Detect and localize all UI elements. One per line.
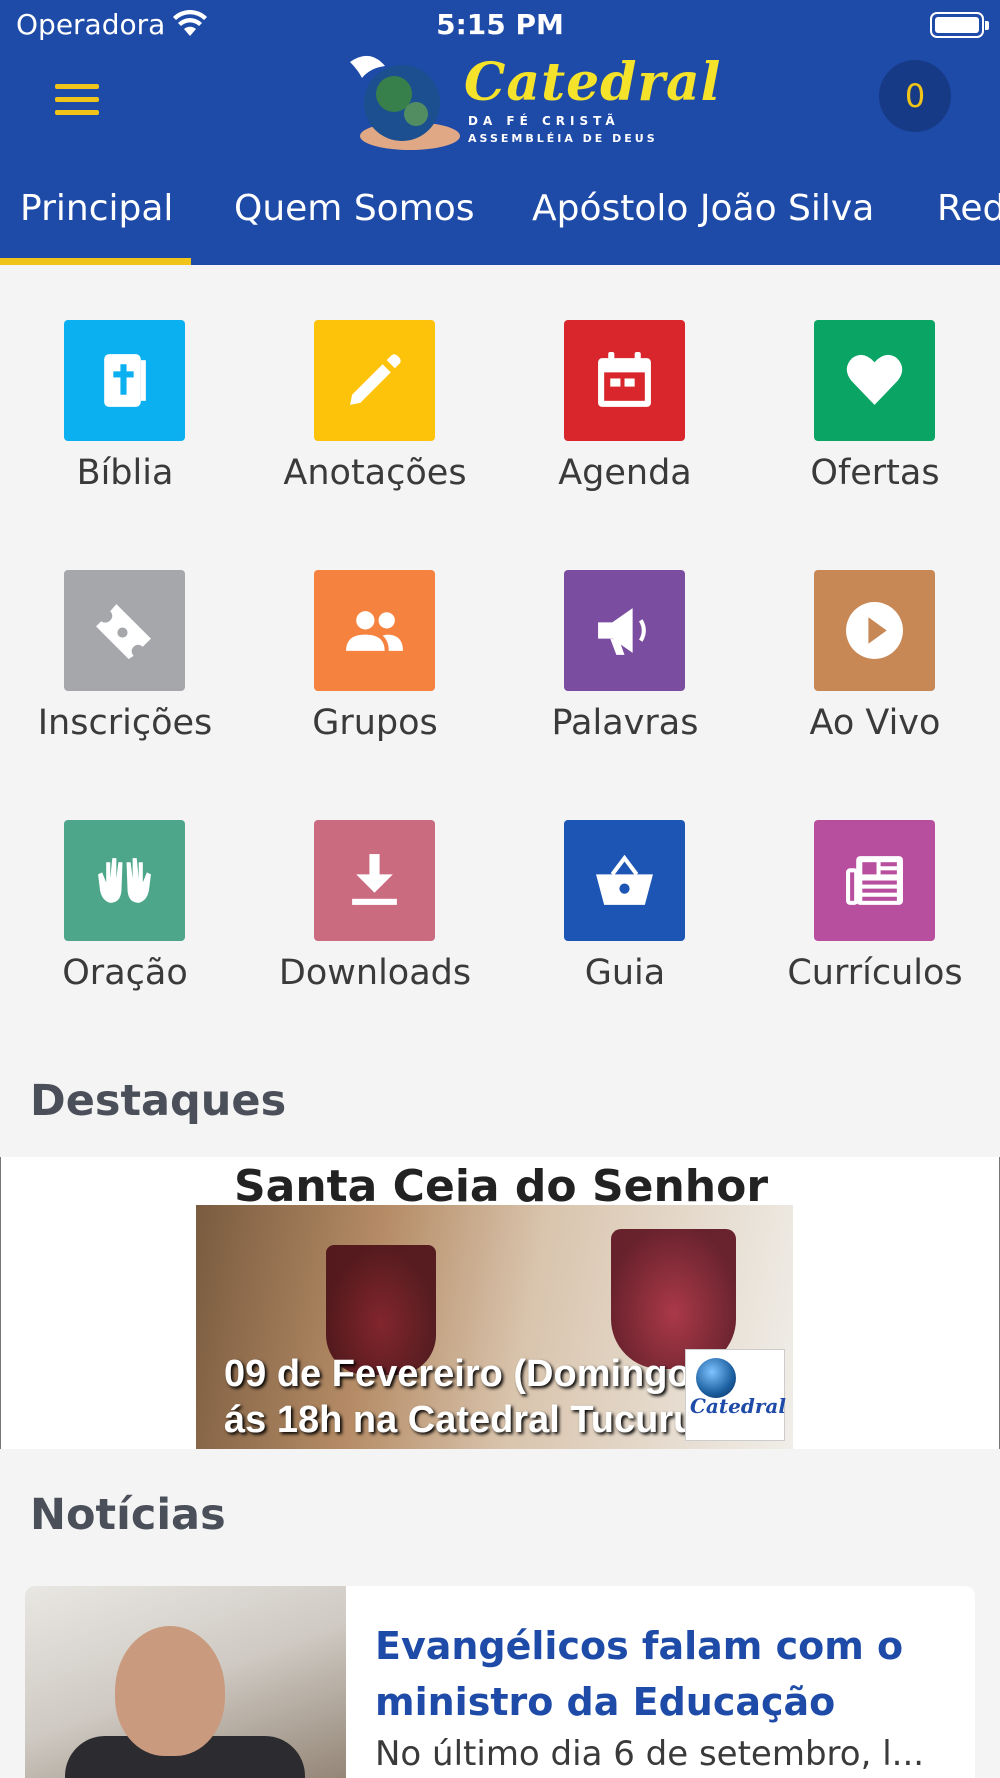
news-title: Evangélicos falam com o ministro da Educ… [375, 1624, 904, 1724]
heart-icon [846, 354, 903, 405]
tile-biblia[interactable]: Bíblia [0, 265, 250, 515]
church-logo: Catedral DA FÉ CRISTÃ ASSEMBLÉIA DE DEUS [340, 48, 720, 156]
status-time: 5:15 PM [436, 8, 564, 41]
status-bar: Operadora 5:15 PM [0, 0, 1000, 50]
wine-glass-icon [611, 1229, 736, 1369]
banner-logo-text: Catedral [690, 1394, 786, 1418]
ticket-icon [96, 604, 151, 659]
tile-label: Ofertas [810, 453, 940, 493]
news-heading: Notícias [30, 1490, 226, 1540]
tab-bar: Principal Quem Somos Apóstolo João Silva… [0, 180, 1000, 265]
banner-date: 09 de Fevereiro (Domingo) [224, 1353, 704, 1395]
highlight-banner[interactable]: Santa Ceia do Senhor 09 de Fevereiro (Do… [0, 1157, 1000, 1449]
tile-inscricoes[interactable]: Inscrições [0, 515, 250, 765]
tile-anotacoes[interactable]: Anotações [250, 265, 500, 515]
tab-principal[interactable]: Principal [20, 188, 173, 229]
tile-oracao[interactable]: Oração [0, 765, 250, 1015]
tile-label: Guia [584, 953, 666, 993]
globe-dove-logo-icon [350, 55, 460, 150]
tile-curriculos[interactable]: Currículos [750, 765, 1000, 1015]
megaphone-icon [598, 608, 646, 655]
tile-ofertas[interactable]: Ofertas [750, 265, 1000, 515]
news-thumbnail [25, 1586, 346, 1778]
tile-ao-vivo[interactable]: Ao Vivo [750, 515, 1000, 765]
banner-logo: Catedral [685, 1349, 786, 1441]
tile-grupos[interactable]: Grupos [250, 515, 500, 765]
tile-label: Downloads [278, 953, 472, 993]
app-header: Operadora 5:15 PM Catedral DA FÉ CRISTÃ … [0, 0, 1000, 265]
cart-count-badge[interactable]: 0 [879, 60, 951, 132]
hamburger-menu-icon[interactable] [55, 84, 99, 116]
play-icon [846, 602, 903, 659]
news-card[interactable]: Evangélicos falam com o ministro da Educ… [25, 1586, 975, 1778]
tile-label: Agenda [558, 453, 692, 493]
banner-image: 09 de Fevereiro (Domingo) ás 18h na Cate… [196, 1205, 793, 1449]
logo-subtitle-2: ASSEMBLÉIA DE DEUS [468, 132, 658, 145]
logo-subtitle: DA FÉ CRISTÃ [468, 114, 620, 128]
users-icon [346, 611, 403, 651]
basket-icon [596, 854, 653, 905]
bible-icon [104, 354, 146, 407]
tile-palavras[interactable]: Palavras [500, 515, 750, 765]
tile-label: Palavras [551, 703, 699, 743]
tab-apostolo[interactable]: Apóstolo João Silva [532, 188, 874, 229]
logo-wordmark: Catedral [464, 52, 722, 113]
banner-location: ás 18h na Catedral Tucuruvi [224, 1399, 729, 1441]
newspaper-icon [846, 856, 903, 905]
tab-red[interactable]: Red [937, 188, 1000, 229]
tile-label: Anotações [283, 453, 467, 493]
tab-quem-somos[interactable]: Quem Somos [234, 188, 475, 229]
tile-label: Bíblia [76, 453, 174, 493]
tile-guia[interactable]: Guia [500, 765, 750, 1015]
tile-label: Ao Vivo [809, 703, 941, 743]
tile-label: Grupos [312, 703, 438, 743]
praying-hands-icon [98, 858, 151, 903]
tile-label: Oração [62, 953, 188, 993]
active-tab-indicator [0, 258, 191, 265]
tile-downloads[interactable]: Downloads [250, 765, 500, 1015]
calendar-icon [598, 352, 651, 407]
highlights-heading: Destaques [30, 1076, 287, 1126]
tile-label: Inscrições [37, 703, 213, 743]
news-excerpt: No último dia 6 de setembro, l... [375, 1734, 925, 1774]
tile-agenda[interactable]: Agenda [500, 265, 750, 515]
tile-label: Currículos [787, 953, 963, 993]
battery-icon [930, 12, 989, 38]
globe-icon [696, 1358, 736, 1398]
pencil-icon [350, 354, 401, 405]
download-icon [352, 854, 397, 905]
